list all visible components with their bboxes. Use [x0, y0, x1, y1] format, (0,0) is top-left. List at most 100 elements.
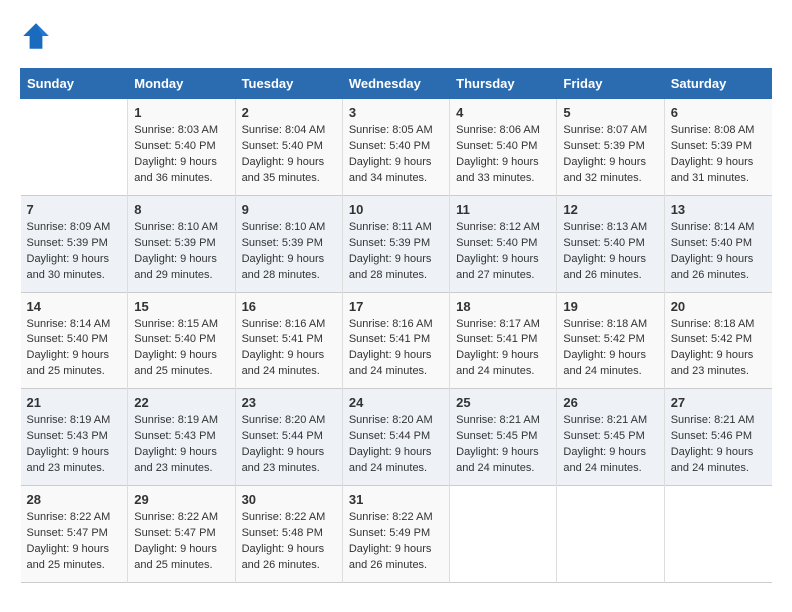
sunrise: Sunrise: 8:19 AM: [134, 414, 218, 426]
week-row-2: 7 Sunrise: 8:09 AM Sunset: 5:39 PM Dayli…: [21, 195, 772, 292]
day-number: 7: [27, 202, 122, 217]
sunrise: Sunrise: 8:19 AM: [27, 414, 111, 426]
day-info: Sunrise: 8:10 AM Sunset: 5:39 PM Dayligh…: [134, 220, 228, 284]
calendar-cell: 17 Sunrise: 8:16 AM Sunset: 5:41 PM Dayl…: [342, 292, 449, 389]
sunrise: Sunrise: 8:22 AM: [134, 511, 218, 523]
sunrise: Sunrise: 8:22 AM: [27, 511, 111, 523]
daylight: Daylight: 9 hours and 27 minutes.: [456, 253, 539, 281]
calendar-cell: 14 Sunrise: 8:14 AM Sunset: 5:40 PM Dayl…: [21, 292, 128, 389]
sunset: Sunset: 5:42 PM: [563, 333, 644, 345]
calendar-cell: [557, 486, 664, 583]
day-info: Sunrise: 8:21 AM Sunset: 5:46 PM Dayligh…: [671, 413, 766, 477]
calendar-cell: 4 Sunrise: 8:06 AM Sunset: 5:40 PM Dayli…: [450, 99, 557, 196]
sunset: Sunset: 5:47 PM: [27, 527, 108, 539]
calendar-cell: 23 Sunrise: 8:20 AM Sunset: 5:44 PM Dayl…: [235, 389, 342, 486]
sunset: Sunset: 5:39 PM: [27, 237, 108, 249]
calendar-cell: 5 Sunrise: 8:07 AM Sunset: 5:39 PM Dayli…: [557, 99, 664, 196]
sunrise: Sunrise: 8:06 AM: [456, 124, 540, 136]
sunrise: Sunrise: 8:03 AM: [134, 124, 218, 136]
sunrise: Sunrise: 8:10 AM: [242, 221, 326, 233]
sunrise: Sunrise: 8:04 AM: [242, 124, 326, 136]
day-number: 26: [563, 395, 657, 410]
sunset: Sunset: 5:45 PM: [456, 430, 537, 442]
day-number: 28: [27, 492, 122, 507]
daylight: Daylight: 9 hours and 24 minutes.: [563, 349, 646, 377]
daylight: Daylight: 9 hours and 23 minutes.: [671, 349, 754, 377]
day-number: 6: [671, 105, 766, 120]
calendar-table: SundayMondayTuesdayWednesdayThursdayFrid…: [20, 68, 772, 583]
day-number: 17: [349, 299, 443, 314]
sunrise: Sunrise: 8:05 AM: [349, 124, 433, 136]
sunset: Sunset: 5:41 PM: [242, 333, 323, 345]
daylight: Daylight: 9 hours and 24 minutes.: [671, 446, 754, 474]
day-number: 14: [27, 299, 122, 314]
daylight: Daylight: 9 hours and 23 minutes.: [242, 446, 325, 474]
sunrise: Sunrise: 8:21 AM: [671, 414, 755, 426]
weekday-header-sunday: Sunday: [21, 69, 128, 99]
weekday-header-friday: Friday: [557, 69, 664, 99]
calendar-cell: 8 Sunrise: 8:10 AM Sunset: 5:39 PM Dayli…: [128, 195, 235, 292]
weekday-header-row: SundayMondayTuesdayWednesdayThursdayFrid…: [21, 69, 772, 99]
sunset: Sunset: 5:41 PM: [456, 333, 537, 345]
day-info: Sunrise: 8:15 AM Sunset: 5:40 PM Dayligh…: [134, 317, 228, 381]
day-info: Sunrise: 8:22 AM Sunset: 5:47 PM Dayligh…: [134, 510, 228, 574]
calendar-cell: 6 Sunrise: 8:08 AM Sunset: 5:39 PM Dayli…: [664, 99, 771, 196]
page-header: [20, 20, 772, 52]
week-row-5: 28 Sunrise: 8:22 AM Sunset: 5:47 PM Dayl…: [21, 486, 772, 583]
sunset: Sunset: 5:43 PM: [134, 430, 215, 442]
day-info: Sunrise: 8:20 AM Sunset: 5:44 PM Dayligh…: [349, 413, 443, 477]
calendar-cell: 15 Sunrise: 8:15 AM Sunset: 5:40 PM Dayl…: [128, 292, 235, 389]
daylight: Daylight: 9 hours and 25 minutes.: [134, 349, 217, 377]
calendar-cell: 1 Sunrise: 8:03 AM Sunset: 5:40 PM Dayli…: [128, 99, 235, 196]
calendar-cell: 18 Sunrise: 8:17 AM Sunset: 5:41 PM Dayl…: [450, 292, 557, 389]
daylight: Daylight: 9 hours and 29 minutes.: [134, 253, 217, 281]
daylight: Daylight: 9 hours and 26 minutes.: [563, 253, 646, 281]
week-row-3: 14 Sunrise: 8:14 AM Sunset: 5:40 PM Dayl…: [21, 292, 772, 389]
day-info: Sunrise: 8:21 AM Sunset: 5:45 PM Dayligh…: [456, 413, 550, 477]
daylight: Daylight: 9 hours and 34 minutes.: [349, 156, 432, 184]
daylight: Daylight: 9 hours and 32 minutes.: [563, 156, 646, 184]
calendar-cell: 21 Sunrise: 8:19 AM Sunset: 5:43 PM Dayl…: [21, 389, 128, 486]
sunset: Sunset: 5:43 PM: [27, 430, 108, 442]
day-info: Sunrise: 8:14 AM Sunset: 5:40 PM Dayligh…: [671, 220, 766, 284]
weekday-header-monday: Monday: [128, 69, 235, 99]
day-number: 4: [456, 105, 550, 120]
day-info: Sunrise: 8:09 AM Sunset: 5:39 PM Dayligh…: [27, 220, 122, 284]
day-number: 15: [134, 299, 228, 314]
calendar-cell: 9 Sunrise: 8:10 AM Sunset: 5:39 PM Dayli…: [235, 195, 342, 292]
day-info: Sunrise: 8:05 AM Sunset: 5:40 PM Dayligh…: [349, 123, 443, 187]
sunrise: Sunrise: 8:18 AM: [671, 318, 755, 330]
sunset: Sunset: 5:44 PM: [349, 430, 430, 442]
day-number: 29: [134, 492, 228, 507]
day-number: 30: [242, 492, 336, 507]
calendar-cell: [664, 486, 771, 583]
day-number: 19: [563, 299, 657, 314]
week-row-1: 1 Sunrise: 8:03 AM Sunset: 5:40 PM Dayli…: [21, 99, 772, 196]
sunrise: Sunrise: 8:22 AM: [242, 511, 326, 523]
sunset: Sunset: 5:39 PM: [671, 140, 752, 152]
day-number: 13: [671, 202, 766, 217]
sunset: Sunset: 5:40 PM: [27, 333, 108, 345]
weekday-header-saturday: Saturday: [664, 69, 771, 99]
daylight: Daylight: 9 hours and 25 minutes.: [27, 349, 110, 377]
day-info: Sunrise: 8:16 AM Sunset: 5:41 PM Dayligh…: [242, 317, 336, 381]
daylight: Daylight: 9 hours and 35 minutes.: [242, 156, 325, 184]
calendar-cell: 30 Sunrise: 8:22 AM Sunset: 5:48 PM Dayl…: [235, 486, 342, 583]
day-number: 20: [671, 299, 766, 314]
sunrise: Sunrise: 8:07 AM: [563, 124, 647, 136]
day-info: Sunrise: 8:20 AM Sunset: 5:44 PM Dayligh…: [242, 413, 336, 477]
calendar-cell: 12 Sunrise: 8:13 AM Sunset: 5:40 PM Dayl…: [557, 195, 664, 292]
daylight: Daylight: 9 hours and 23 minutes.: [27, 446, 110, 474]
day-info: Sunrise: 8:12 AM Sunset: 5:40 PM Dayligh…: [456, 220, 550, 284]
daylight: Daylight: 9 hours and 28 minutes.: [349, 253, 432, 281]
calendar-cell: 25 Sunrise: 8:21 AM Sunset: 5:45 PM Dayl…: [450, 389, 557, 486]
sunrise: Sunrise: 8:21 AM: [456, 414, 540, 426]
day-info: Sunrise: 8:07 AM Sunset: 5:39 PM Dayligh…: [563, 123, 657, 187]
calendar-cell: 31 Sunrise: 8:22 AM Sunset: 5:49 PM Dayl…: [342, 486, 449, 583]
day-info: Sunrise: 8:21 AM Sunset: 5:45 PM Dayligh…: [563, 413, 657, 477]
sunrise: Sunrise: 8:17 AM: [456, 318, 540, 330]
sunset: Sunset: 5:40 PM: [349, 140, 430, 152]
day-info: Sunrise: 8:19 AM Sunset: 5:43 PM Dayligh…: [27, 413, 122, 477]
daylight: Daylight: 9 hours and 26 minutes.: [671, 253, 754, 281]
daylight: Daylight: 9 hours and 24 minutes.: [563, 446, 646, 474]
